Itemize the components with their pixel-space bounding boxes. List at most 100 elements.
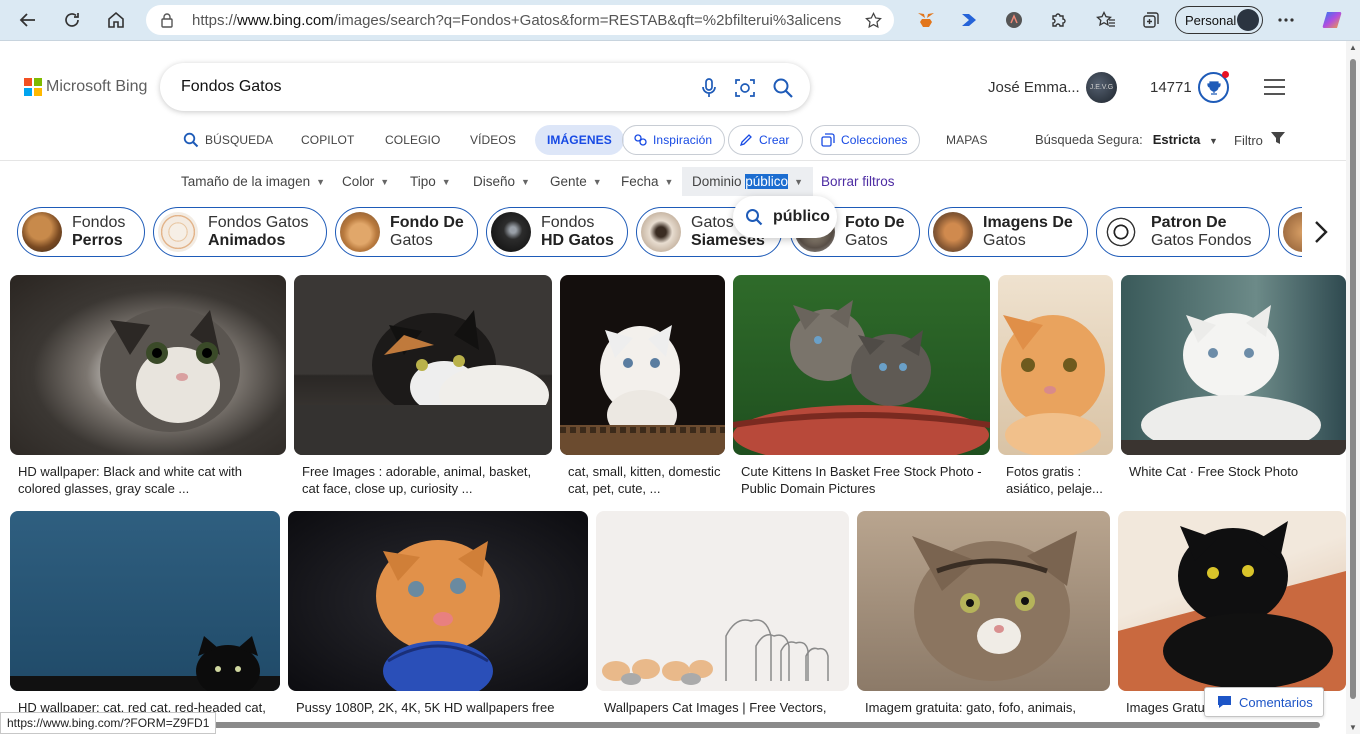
rewards-button[interactable] — [1198, 71, 1229, 103]
result-caption[interactable]: Wallpapers Cat Images | Free Vectors, — [604, 699, 844, 717]
filter-label: Fecha — [621, 174, 659, 189]
chip-line1: Fondos — [541, 214, 595, 231]
menu-button[interactable] — [1264, 79, 1285, 95]
circle-extension-icon — [1006, 12, 1022, 28]
filter-license[interactable]: Dominio público ▼ — [682, 167, 813, 196]
result-image[interactable] — [288, 511, 588, 691]
chip-partial[interactable] — [1278, 207, 1302, 257]
result-image[interactable] — [596, 511, 849, 691]
feedback-button[interactable]: Comentarios — [1204, 687, 1324, 717]
result-caption[interactable]: Cute Kittens In Basket Free Stock Photo … — [741, 463, 989, 499]
search-icon[interactable] — [772, 77, 794, 99]
user-avatar[interactable]: J.E.V.G — [1086, 72, 1117, 103]
result-image[interactable] — [1121, 275, 1346, 455]
puzzle-icon — [1052, 13, 1066, 27]
search-box[interactable]: Fondos Gatos — [160, 63, 810, 111]
result-image[interactable] — [10, 511, 280, 691]
home-button[interactable] — [101, 6, 131, 34]
search-selection-popup[interactable]: público — [733, 196, 837, 238]
chip-fondos-perros[interactable]: Fondos Perros — [17, 207, 145, 257]
scope-colegio[interactable]: COLEGIO — [385, 125, 440, 155]
user-name[interactable]: José Emma... — [988, 79, 1080, 96]
chip-fondos-hd-gatos[interactable]: Fondos HD Gatos — [486, 207, 628, 257]
browser-toolbar: https://www.bing.com/images/search?q=Fon… — [0, 0, 1360, 41]
chip-line2: Gatos Fondos — [1151, 232, 1252, 249]
filter-size[interactable]: Tamaño de la imagen ▼ — [181, 167, 325, 196]
scope-mapas[interactable]: MAPAS — [946, 125, 988, 155]
more-menu-button[interactable] — [1274, 8, 1298, 32]
chips-next-button[interactable] — [1304, 212, 1338, 252]
scope-images[interactable]: IMÁGENES — [535, 125, 624, 155]
result-caption[interactable]: cat, small, kitten, domestic cat, pet, c… — [568, 463, 724, 499]
chip-fondos-gatos-animados[interactable]: Fondos Gatos Animados — [153, 207, 327, 257]
rewards-points[interactable]: 14771 — [1150, 79, 1192, 96]
chevron-down-icon: ▼ — [380, 176, 390, 187]
result-caption[interactable]: White Cat · Free Stock Photo — [1129, 463, 1339, 481]
result-caption[interactable]: Imagem gratuita: gato, fofo, animais, — [865, 699, 1105, 717]
safe-search-toggle[interactable]: Búsqueda Segura: Estricta ▼ — [1035, 132, 1218, 147]
scroll-down-icon[interactable]: ▼ — [1349, 723, 1357, 732]
chip-fondo-de-gatos[interactable]: Fondo De Gatos — [335, 207, 478, 257]
favorite-star-icon[interactable] — [865, 12, 882, 29]
scope-label: COLEGIO — [385, 133, 441, 147]
result-caption[interactable]: Fotos gratis : asiático, pelaje... — [1006, 463, 1110, 499]
avatar-initials: J.E.V.G — [1089, 84, 1114, 91]
bing-logo[interactable]: Microsoft Bing — [24, 78, 147, 96]
filter-color[interactable]: Color ▼ — [342, 167, 389, 196]
search-input[interactable]: Fondos Gatos — [181, 78, 282, 96]
result-caption[interactable]: Images Gratu — [1126, 699, 1206, 717]
scroll-up-icon[interactable]: ▲ — [1349, 43, 1357, 52]
refresh-button[interactable] — [57, 6, 87, 34]
cat-photo — [100, 308, 240, 432]
filter-type[interactable]: Tipo ▼ — [410, 167, 451, 196]
clear-filters-link[interactable]: Borrar filtros — [821, 174, 895, 189]
favorites-button[interactable] — [1094, 8, 1118, 32]
popup-text: público — [773, 208, 830, 225]
extension-blue[interactable] — [957, 8, 981, 32]
extensions-button[interactable] — [1046, 8, 1070, 32]
result-caption[interactable]: Free Images : adorable, animal, basket, … — [302, 463, 550, 499]
result-caption[interactable]: Pussy 1080P, 2K, 4K, 5K HD wallpapers fr… — [296, 699, 586, 717]
scope-copilot[interactable]: COPILOT — [301, 125, 354, 155]
feedback-label: Comentarios — [1239, 694, 1313, 710]
chip-patron-de-gatos-fondos[interactable]: Patron De Gatos Fondos — [1096, 207, 1270, 257]
visual-search-icon[interactable] — [734, 77, 756, 99]
result-image[interactable] — [10, 275, 286, 455]
result-image[interactable] — [998, 275, 1113, 455]
result-image[interactable] — [857, 511, 1110, 691]
address-bar[interactable]: https://www.bing.com/images/search?q=Fon… — [146, 5, 894, 35]
chip-imagens-de-gatos[interactable]: Imagens De Gatos — [928, 207, 1088, 257]
black-cat-photo — [1118, 521, 1346, 691]
collections-button[interactable] — [1139, 8, 1163, 32]
back-button[interactable] — [13, 6, 43, 34]
scope-colecciones[interactable]: Colecciones — [810, 125, 921, 155]
result-image[interactable] — [1118, 511, 1346, 691]
result-image[interactable] — [294, 275, 552, 455]
filter-button[interactable]: Filtro — [1234, 132, 1285, 148]
result-image[interactable] — [733, 275, 990, 455]
filter-date[interactable]: Fecha ▼ — [621, 167, 673, 196]
scope-search[interactable]: BÚSQUEDA — [183, 125, 273, 155]
scope-label: Colecciones — [841, 133, 908, 147]
copilot-button[interactable] — [1320, 8, 1344, 32]
extension-circle[interactable] — [1002, 8, 1026, 32]
filter-layout[interactable]: Diseño ▼ — [473, 167, 530, 196]
metamask-extension[interactable] — [914, 8, 938, 32]
scope-inspiracion[interactable]: Inspiración — [622, 125, 726, 155]
filter-people[interactable]: Gente ▼ — [550, 167, 602, 196]
chevron-down-icon: ▼ — [521, 176, 530, 187]
vertical-scrollbar[interactable]: ▲ ▼ — [1346, 41, 1360, 734]
horizontal-scroll-thumb[interactable] — [210, 722, 1320, 728]
profile-button[interactable]: Personal — [1175, 6, 1263, 34]
vertical-scroll-thumb[interactable] — [1350, 59, 1356, 699]
scope-videos[interactable]: VÍDEOS — [470, 125, 516, 155]
scope-crear[interactable]: Crear — [728, 125, 803, 155]
result-image[interactable] — [560, 275, 725, 455]
horizontal-scrollbar[interactable] — [210, 719, 1346, 729]
safe-search-value: Estricta — [1152, 132, 1201, 147]
kittens-basket-photo — [733, 300, 990, 455]
microphone-icon[interactable] — [698, 77, 720, 99]
result-caption[interactable]: HD wallpaper: Black and white cat with c… — [18, 463, 283, 499]
cat-illustration — [602, 619, 829, 685]
filter-label: Color — [342, 174, 375, 189]
